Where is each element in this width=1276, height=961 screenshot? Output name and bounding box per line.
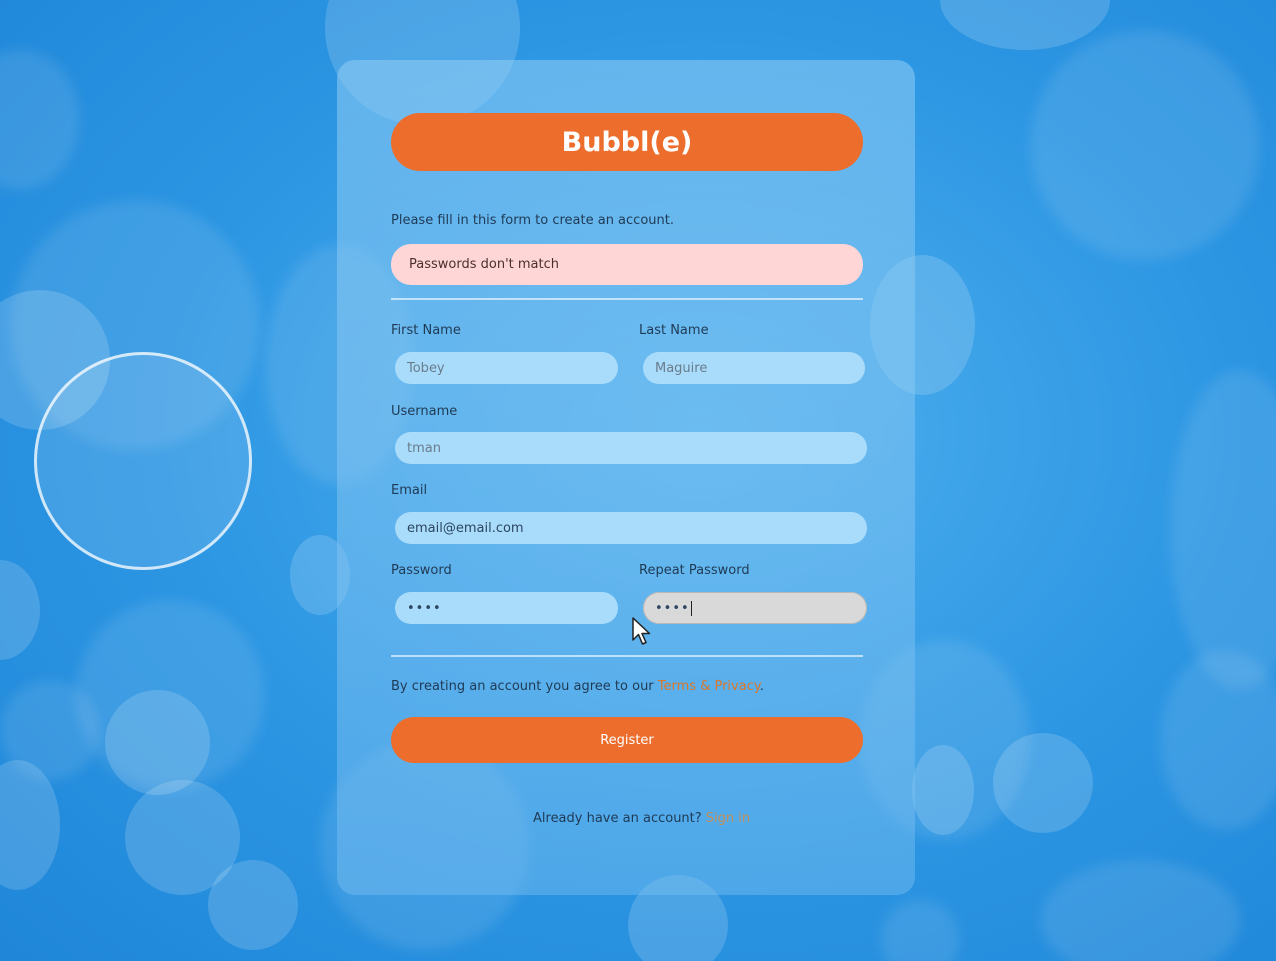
password-value: •••• [407,600,442,616]
signin-prefix: Already have an account? [533,811,706,826]
first-name-field[interactable]: Tobey [395,352,618,384]
text-caret [690,600,692,616]
last-name-field[interactable]: Maguire [643,352,865,384]
terms-prefix: By creating an account you agree to our [391,679,658,694]
email-label: Email [391,483,428,498]
repeat-password-label: Repeat Password [639,563,750,578]
last-name-label: Last Name [639,323,709,338]
repeat-password-value: •••• [655,600,690,616]
signin-link[interactable]: Sign in [706,811,750,826]
form-intro: Please fill in this form to create an ac… [391,213,674,228]
repeat-password-field[interactable]: •••• [643,592,867,624]
password-label: Password [391,563,452,578]
brand-logo: Bubbl(e) [391,113,863,171]
username-field[interactable]: tman [395,432,867,464]
terms-text: By creating an account you agree to our … [391,679,764,694]
username-label: Username [391,404,458,419]
mouse-pointer-icon [632,617,651,645]
register-button[interactable]: Register [391,717,863,763]
signup-card [337,60,915,895]
divider-top [391,298,863,300]
password-field[interactable]: •••• [395,592,618,624]
error-alert: Passwords don't match [391,244,863,285]
divider-bottom [391,655,863,657]
signin-text: Already have an account? Sign in [533,811,750,826]
terms-link[interactable]: Terms & Privacy [658,679,760,694]
terms-suffix: . [759,679,764,694]
email-field[interactable]: email@email.com [395,512,867,544]
first-name-label: First Name [391,323,461,338]
